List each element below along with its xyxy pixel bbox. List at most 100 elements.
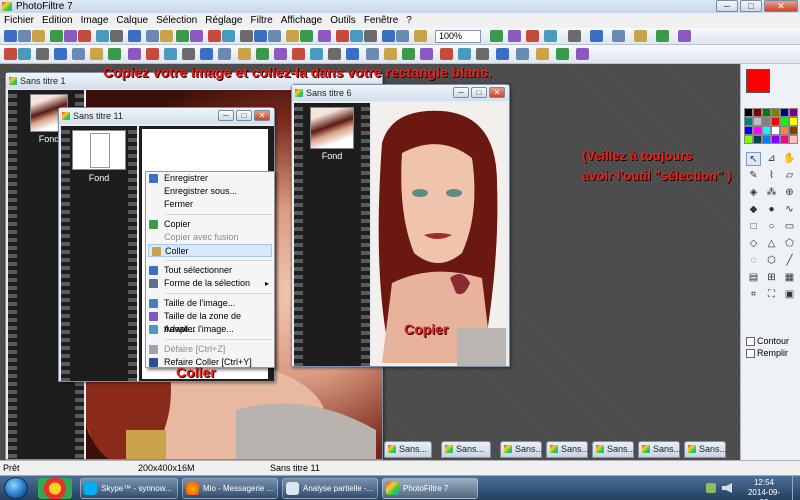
toolbar-button-icon[interactable] bbox=[254, 30, 267, 42]
spray-tool-icon[interactable]: ⁂ bbox=[764, 186, 779, 200]
doc-close-button[interactable]: ✕ bbox=[254, 110, 270, 121]
toolbar-button-icon[interactable] bbox=[634, 30, 647, 42]
palette-color[interactable] bbox=[789, 126, 798, 135]
filter-button-icon[interactable] bbox=[200, 48, 213, 60]
menu-outils[interactable]: Outils bbox=[326, 13, 360, 28]
palette-color[interactable] bbox=[789, 117, 798, 126]
palette-color[interactable] bbox=[744, 117, 753, 126]
zoom-select[interactable]: 100% bbox=[435, 30, 481, 43]
minimized-document[interactable]: Sans... bbox=[592, 441, 635, 458]
start-button-icon[interactable] bbox=[4, 477, 28, 499]
ratio-icon[interactable]: ⊞ bbox=[764, 271, 779, 285]
blur-tool-icon[interactable]: ● bbox=[764, 203, 779, 217]
palette-color[interactable] bbox=[744, 135, 753, 144]
filter-button-icon[interactable] bbox=[256, 48, 269, 60]
filter-button-icon[interactable] bbox=[54, 48, 67, 60]
rounded-rect-shape-icon[interactable]: ▭ bbox=[782, 220, 797, 234]
menu-calque[interactable]: Calque bbox=[112, 13, 152, 28]
toolbar-button-icon[interactable] bbox=[568, 30, 581, 42]
filter-button-icon[interactable] bbox=[292, 48, 305, 60]
polygon-shape-icon[interactable]: ⬠ bbox=[782, 237, 797, 251]
minimized-document[interactable]: Sans... bbox=[684, 441, 727, 458]
context-menu-item[interactable]: Taille de la zone de travail... bbox=[146, 310, 274, 334]
taskbar-analyse[interactable]: Analyse partielle -... bbox=[282, 478, 378, 499]
toolbar-button-icon[interactable] bbox=[656, 30, 669, 42]
selection-tool-icon[interactable]: ↖ bbox=[746, 152, 761, 166]
doc-maximize-button[interactable]: □ bbox=[236, 110, 252, 121]
system-clock[interactable]: 12:54 2014-09-23 bbox=[744, 478, 784, 500]
filter-button-icon[interactable] bbox=[556, 48, 569, 60]
menu-selection[interactable]: Sélection bbox=[152, 13, 201, 28]
palette-color[interactable] bbox=[753, 108, 762, 117]
taskbar-skype[interactable]: Skype™ - synnow... bbox=[80, 478, 178, 499]
minimize-button[interactable]: ─ bbox=[716, 0, 738, 12]
palette-color[interactable] bbox=[771, 117, 780, 126]
filter-button-icon[interactable] bbox=[384, 48, 397, 60]
filter-button-icon[interactable] bbox=[366, 48, 379, 60]
toolbar-button-icon[interactable] bbox=[32, 30, 45, 42]
brush-tool-icon[interactable]: ⌇ bbox=[764, 169, 779, 183]
palette-color[interactable] bbox=[753, 135, 762, 144]
menu-edition[interactable]: Edition bbox=[38, 13, 77, 28]
taskbar-photofiltre[interactable]: PhotoFiltre 7 bbox=[382, 478, 478, 499]
menu-fichier[interactable]: Fichier bbox=[0, 13, 38, 28]
palette-color[interactable] bbox=[780, 108, 789, 117]
palette-color[interactable] bbox=[762, 108, 771, 117]
eyedropper-tool-icon[interactable]: ⊿ bbox=[764, 152, 779, 166]
filter-button-icon[interactable] bbox=[72, 48, 85, 60]
toolbar-button-icon[interactable] bbox=[300, 30, 313, 42]
toolbar-button-icon[interactable] bbox=[96, 30, 109, 42]
doc-maximize-button[interactable]: □ bbox=[471, 87, 487, 98]
toolbar-button-icon[interactable] bbox=[110, 30, 123, 42]
selection-mode-icon[interactable]: ▤ bbox=[746, 271, 761, 285]
lasso-shape-icon[interactable]: ◌ bbox=[746, 254, 761, 268]
palette-color[interactable] bbox=[780, 117, 789, 126]
menu-fenetre[interactable]: Fenêtre bbox=[360, 13, 402, 28]
filter-button-icon[interactable] bbox=[536, 48, 549, 60]
toolbar-button-icon[interactable] bbox=[678, 30, 691, 42]
triangle-shape-icon[interactable]: △ bbox=[764, 237, 779, 251]
filter-button-icon[interactable] bbox=[4, 48, 17, 60]
menu-reglage[interactable]: Réglage bbox=[201, 13, 246, 28]
maximize-button[interactable]: □ bbox=[740, 0, 762, 12]
menu-help[interactable]: ? bbox=[402, 13, 416, 28]
doc-close-button[interactable]: ✕ bbox=[489, 87, 505, 98]
palette-color[interactable] bbox=[762, 117, 771, 126]
toolbar-button-icon[interactable] bbox=[208, 30, 221, 42]
freeform-shape-icon[interactable]: ⬡ bbox=[764, 254, 779, 268]
toolbar-button-icon[interactable] bbox=[128, 30, 141, 42]
filter-button-icon[interactable] bbox=[108, 48, 121, 60]
filter-button-icon[interactable] bbox=[164, 48, 177, 60]
filter-button-icon[interactable] bbox=[476, 48, 489, 60]
toolbar-button-icon[interactable] bbox=[78, 30, 91, 42]
palette-color[interactable] bbox=[753, 126, 762, 135]
filter-button-icon[interactable] bbox=[36, 48, 49, 60]
filter-button-icon[interactable] bbox=[182, 48, 195, 60]
toolbar-button-icon[interactable] bbox=[18, 30, 31, 42]
close-button[interactable]: ✕ bbox=[764, 0, 798, 12]
palette-color[interactable] bbox=[771, 135, 780, 144]
toolbar-button-icon[interactable] bbox=[146, 30, 159, 42]
filter-button-icon[interactable] bbox=[146, 48, 159, 60]
toolbar-button-icon[interactable] bbox=[382, 30, 395, 42]
crop-icon[interactable]: ⌗ bbox=[746, 288, 761, 302]
filter-button-icon[interactable] bbox=[90, 48, 103, 60]
context-menu-item[interactable]: Coller bbox=[148, 244, 272, 257]
ellipse-shape-icon[interactable]: ○ bbox=[764, 220, 779, 234]
toolbar-button-icon[interactable] bbox=[544, 30, 557, 42]
contour-checkbox[interactable]: Contour bbox=[746, 336, 789, 346]
filter-button-icon[interactable] bbox=[516, 48, 529, 60]
palette-color[interactable] bbox=[771, 126, 780, 135]
filter-button-icon[interactable] bbox=[274, 48, 287, 60]
toolbar-button-icon[interactable] bbox=[4, 30, 17, 42]
doc-minimize-button[interactable]: ─ bbox=[218, 110, 234, 121]
palette-color[interactable] bbox=[744, 108, 753, 117]
eraser-tool-icon[interactable]: ▱ bbox=[782, 169, 797, 183]
drop-tool-icon[interactable]: ◆ bbox=[746, 203, 761, 217]
context-menu-item[interactable]: Enregistrer sous... bbox=[146, 185, 274, 198]
toolbar-button-icon[interactable] bbox=[64, 30, 77, 42]
palette-color[interactable] bbox=[744, 126, 753, 135]
toolbar-button-icon[interactable] bbox=[364, 30, 377, 42]
toolbar-button-icon[interactable] bbox=[490, 30, 503, 42]
palette-color[interactable] bbox=[762, 126, 771, 135]
